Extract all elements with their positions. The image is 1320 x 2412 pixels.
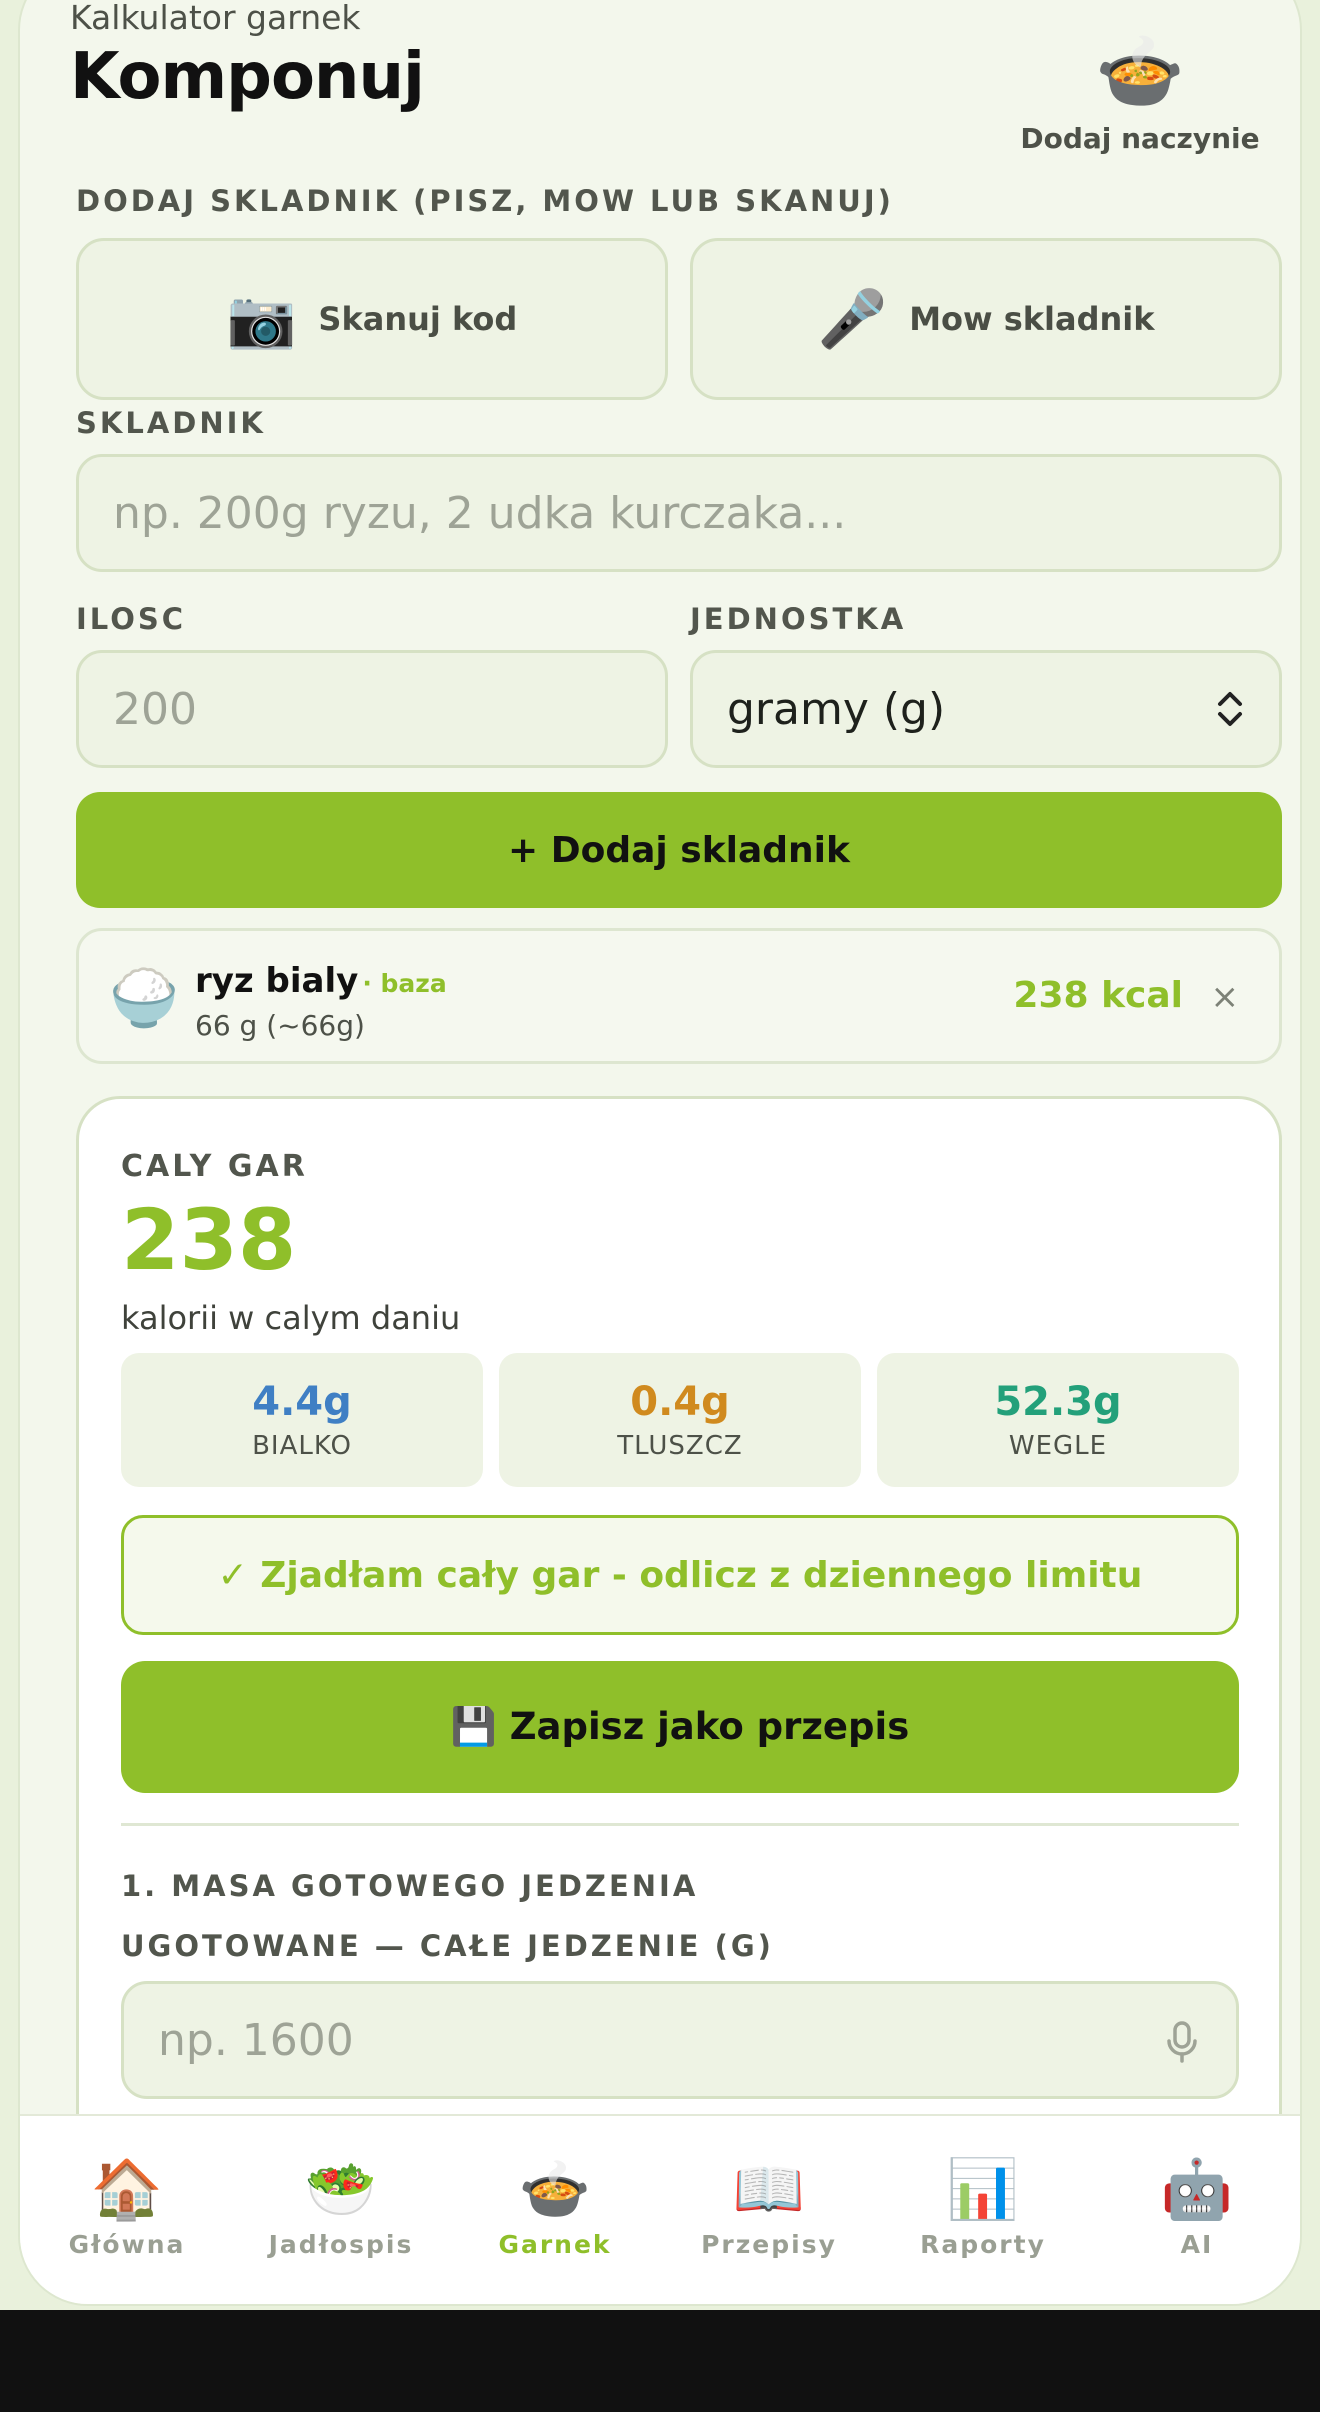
tab-ai[interactable]: 🤖 AI <box>1090 2116 1300 2304</box>
chevron-up-down-icon <box>1215 688 1245 730</box>
open-book-icon: 📖 <box>732 2155 806 2223</box>
macro-fat: 0.4g TLUSZCZ <box>499 1353 861 1487</box>
cooked-weight-input-wrapper <box>121 1981 1239 2099</box>
voice-ingredient-label: Mow skladnik <box>909 300 1155 338</box>
ingredient-kcal: 238 kcal <box>1013 975 1183 1016</box>
pot-summary-card: CALY GAR 238 kalorii w calym daniu 4.4g … <box>76 1096 1282 2114</box>
macro-protein-name: BIALKO <box>252 1431 352 1461</box>
save-recipe-button[interactable]: 💾 Zapisz jako przepis <box>121 1661 1239 1793</box>
ingredient-quantity: 66 g (~66g) <box>195 1009 365 1042</box>
pot-of-food-icon: 🍲 <box>1095 29 1185 113</box>
ingredient-name-text: ryz bialy <box>195 961 359 1001</box>
amount-label: ILOSC <box>76 602 187 636</box>
page-title: Komponuj <box>70 40 425 114</box>
tab-meal-plan-label: Jadłospis <box>268 2230 414 2259</box>
add-ingredient-section-label: DODAJ SKLADNIK (PISZ, MOW LUB SKANUJ) <box>76 184 894 218</box>
tab-pot-label: Garnek <box>498 2230 612 2259</box>
ingredient-name: ryz bialy · baza <box>195 961 447 1001</box>
macro-fat-name: TLUSZCZ <box>617 1431 743 1461</box>
scroll-content[interactable]: Kalkulator garnek Komponuj 🍲 Dodaj naczy… <box>20 0 1300 2114</box>
scan-code-label: Skanuj kod <box>318 300 518 338</box>
tab-ai-label: AI <box>1180 2230 1214 2259</box>
macro-carbs-value: 52.3g <box>994 1379 1122 1425</box>
add-dish-button[interactable]: 🍲 Dodaj naczynie <box>1020 26 1260 155</box>
bar-chart-icon: 📊 <box>946 2155 1020 2223</box>
unit-selected-value: gramy (g) <box>727 683 946 735</box>
add-dish-label: Dodaj naczynie <box>1020 122 1260 155</box>
tab-recipes-label: Przepisy <box>701 2230 837 2259</box>
cooked-weight-label: UGOTOWANE — CAŁE JEDZENIE (G) <box>121 1929 774 1963</box>
scan-code-button[interactable]: 📷 Skanuj kod <box>76 238 668 400</box>
unit-select[interactable]: gramy (g) <box>690 650 1282 768</box>
macro-carbs: 52.3g WEGLE <box>877 1353 1239 1487</box>
tab-pot[interactable]: 🍲 Garnek <box>448 2116 662 2304</box>
tab-home[interactable]: 🏠 Główna <box>20 2116 234 2304</box>
voice-ingredient-button[interactable]: 🎤 Mow skladnik <box>690 238 1282 400</box>
macro-fat-value: 0.4g <box>630 1379 730 1425</box>
robot-icon: 🤖 <box>1160 2155 1234 2223</box>
macro-protein: 4.4g BIALKO <box>121 1353 483 1487</box>
ingredient-source: · baza <box>362 969 447 998</box>
total-kcal: 238 <box>121 1191 297 1289</box>
house-icon: 🏠 <box>90 2155 164 2223</box>
add-ingredient-button[interactable]: + Dodaj skladnik <box>76 792 1282 908</box>
remove-ingredient-button[interactable]: × <box>1211 977 1240 1017</box>
macro-protein-value: 4.4g <box>252 1379 352 1425</box>
summary-label: CALY GAR <box>121 1149 308 1184</box>
salad-icon: 🥗 <box>304 2155 378 2223</box>
app-frame: Kalkulator garnek Komponuj 🍲 Dodaj naczy… <box>18 0 1302 2306</box>
eat-whole-pot-button[interactable]: ✓ Zjadłam cały gar - odlicz z dziennego … <box>121 1515 1239 1635</box>
microphone-icon[interactable] <box>1164 2020 1200 2074</box>
tab-reports-label: Raporty <box>920 2230 1046 2259</box>
pot-of-food-icon: 🍲 <box>518 2155 592 2223</box>
unit-label: JEDNOSTKA <box>690 602 907 636</box>
tab-reports[interactable]: 📊 Raporty <box>876 2116 1090 2304</box>
amount-input[interactable] <box>113 683 665 735</box>
cooked-mass-step-label: 1. MASA GOTOWEGO JEDZENIA <box>121 1869 699 1903</box>
rice-bowl-icon: 🍚 <box>109 966 179 1031</box>
amount-input-wrapper <box>76 650 668 768</box>
list-item: 🍚 ryz bialy · baza 66 g (~66g) 238 kcal × <box>76 928 1282 1064</box>
cooked-weight-input[interactable] <box>158 2014 1236 2066</box>
tab-recipes[interactable]: 📖 Przepisy <box>662 2116 876 2304</box>
camera-icon: 📷 <box>226 287 297 352</box>
divider <box>121 1823 1239 1826</box>
macro-carbs-name: WEGLE <box>1008 1431 1108 1461</box>
app-screen: Kalkulator garnek Komponuj 🍲 Dodaj naczy… <box>0 0 1320 2310</box>
tab-meal-plan[interactable]: 🥗 Jadłospis <box>234 2116 448 2304</box>
ingredient-input[interactable] <box>113 487 1279 539</box>
ingredient-input-wrapper <box>76 454 1282 572</box>
total-kcal-description: kalorii w calym daniu <box>121 1299 461 1337</box>
microphone-icon: 🎤 <box>817 287 888 352</box>
tab-home-label: Główna <box>68 2230 186 2259</box>
page-subtitle: Kalkulator garnek <box>70 0 361 37</box>
ingredient-label: SKLADNIK <box>76 406 266 440</box>
bottom-tab-bar: 🏠 Główna 🥗 Jadłospis 🍲 Garnek 📖 Przepisy… <box>20 2114 1300 2304</box>
